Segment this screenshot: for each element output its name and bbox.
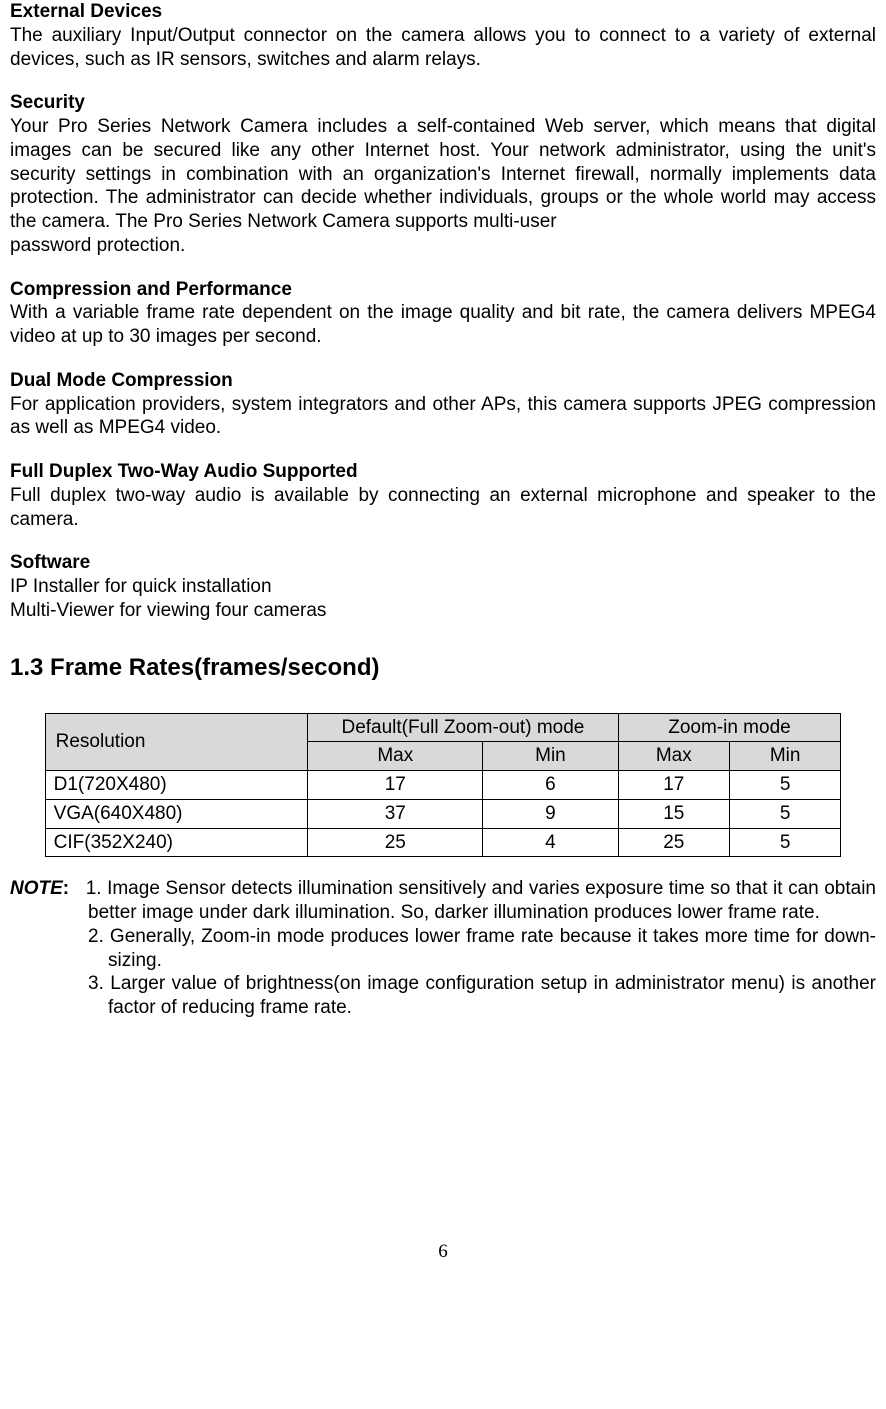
cell-zoom-min: 5 [729,828,840,857]
section-software: Software IP Installer for quick installa… [10,551,876,622]
note-item-3: 3. Larger value of brightness(on image c… [10,972,876,1020]
section-duplex: Full Duplex Two-Way Audio Supported Full… [10,460,876,531]
col-max-2: Max [618,742,729,771]
col-min-2: Min [729,742,840,771]
note-colon: : [63,878,69,899]
heading-duplex: Full Duplex Two-Way Audio Supported [10,460,876,484]
cell-def-min: 6 [483,771,618,800]
table-row: VGA(640X480) 37 9 15 5 [45,799,841,828]
col-min-1: Min [483,742,618,771]
heading-external-devices: External Devices [10,0,876,24]
section-dual-mode: Dual Mode Compression For application pr… [10,369,876,440]
software-line1: IP Installer for quick installation [10,575,876,599]
col-resolution: Resolution [45,713,308,771]
note-item-2: 2. Generally, Zoom-in mode produces lowe… [10,925,876,973]
cell-zoom-max: 17 [618,771,729,800]
body-security: Your Pro Series Network Camera includes … [10,115,876,234]
heading-security: Security [10,91,876,115]
section-external-devices: External Devices The auxiliary Input/Out… [10,0,876,71]
heading-dual-mode: Dual Mode Compression [10,369,876,393]
col-default-mode: Default(Full Zoom-out) mode [308,713,618,742]
body-dual-mode: For application providers, system integr… [10,393,876,441]
software-line2: Multi-Viewer for viewing four cameras [10,599,876,623]
cell-resolution: VGA(640X480) [45,799,308,828]
cell-zoom-max: 25 [618,828,729,857]
cell-resolution: D1(720X480) [45,771,308,800]
cell-def-min: 4 [483,828,618,857]
cell-def-min: 9 [483,799,618,828]
note-block: NOTE: 1. Image Sensor detects illuminati… [10,877,876,1020]
body-duplex: Full duplex two-way audio is available b… [10,484,876,532]
note-text-1: 1. Image Sensor detects illumination sen… [86,878,876,923]
body-security-last: password protection. [10,234,876,258]
table-row: CIF(352X240) 25 4 25 5 [45,828,841,857]
cell-def-max: 37 [308,799,483,828]
cell-resolution: CIF(352X240) [45,828,308,857]
cell-def-max: 17 [308,771,483,800]
table-header-row-1: Resolution Default(Full Zoom-out) mode Z… [45,713,841,742]
cell-zoom-max: 15 [618,799,729,828]
heading-software: Software [10,551,876,575]
cell-zoom-min: 5 [729,799,840,828]
col-zoom-in-mode: Zoom-in mode [618,713,841,742]
heading-compression: Compression and Performance [10,278,876,302]
note-label: NOTE [10,878,63,899]
table-row: D1(720X480) 17 6 17 5 [45,771,841,800]
frame-rates-table: Resolution Default(Full Zoom-out) mode Z… [45,713,842,858]
frame-rates-title: 1.3 Frame Rates(frames/second) [10,653,876,683]
cell-def-max: 25 [308,828,483,857]
page-number: 6 [10,1240,876,1264]
section-security: Security Your Pro Series Network Camera … [10,91,876,257]
body-compression: With a variable frame rate dependent on … [10,301,876,349]
note-item-1: NOTE: 1. Image Sensor detects illuminati… [10,877,876,925]
section-compression: Compression and Performance With a varia… [10,278,876,349]
cell-zoom-min: 5 [729,771,840,800]
col-max-1: Max [308,742,483,771]
body-external-devices: The auxiliary Input/Output connector on … [10,24,876,72]
